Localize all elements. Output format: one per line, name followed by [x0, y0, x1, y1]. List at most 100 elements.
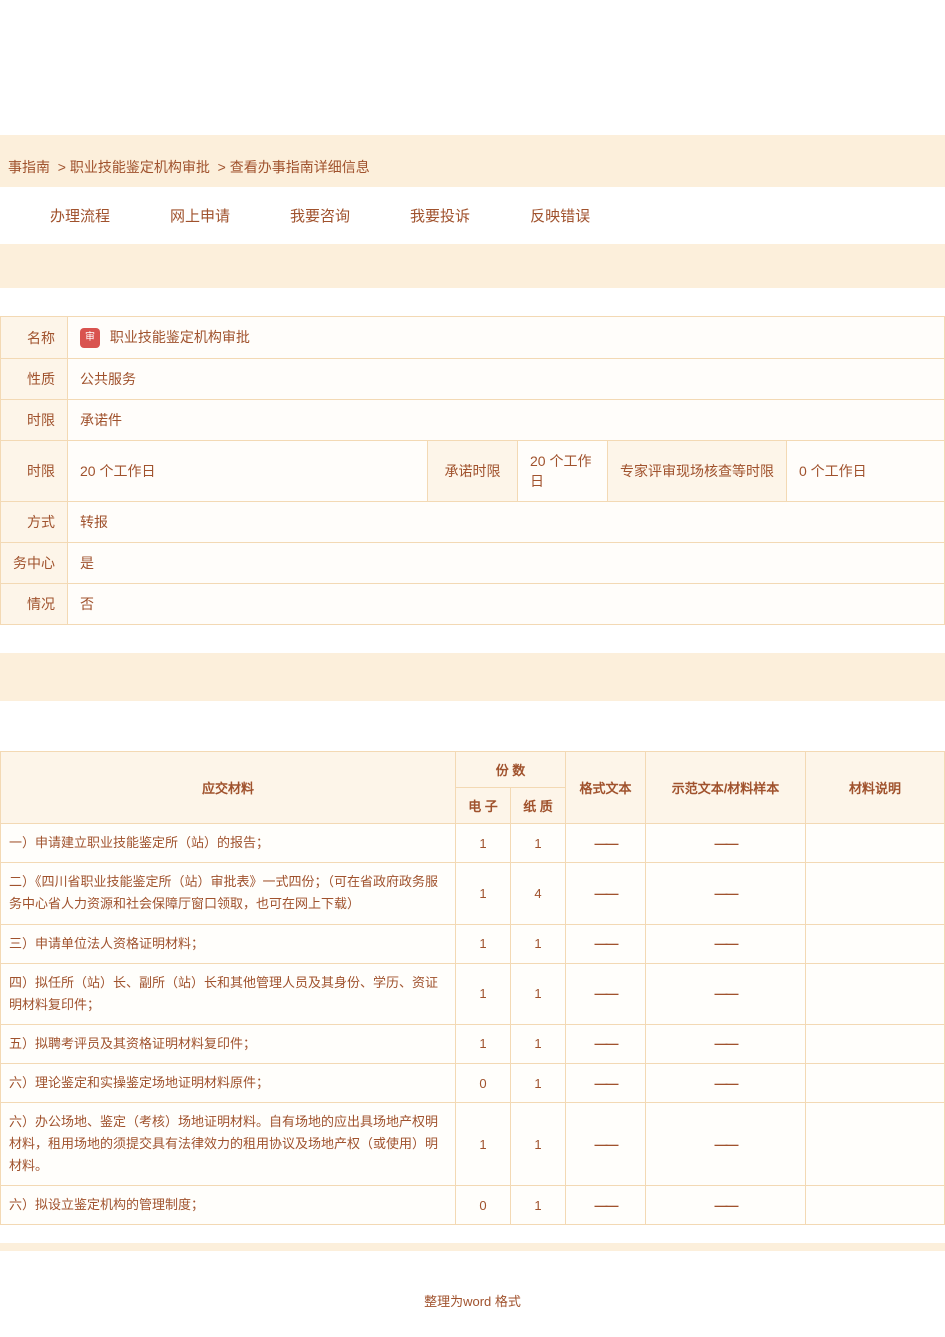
material-paper-count: 1 — [511, 1024, 566, 1063]
info-label-promise: 承诺时限 — [428, 441, 518, 502]
breadcrumb-current: 查看办事指南详细信息 — [230, 159, 370, 175]
materials-table: 应交材料 份 数 格式文本 示范文本/材料样本 材料说明 电 子 纸 质 一）申… — [0, 751, 945, 1225]
tab-consult[interactable]: 我要咨询 — [290, 205, 350, 226]
table-row: 六）理论鉴定和实操鉴定场地证明材料原件；01———— — [1, 1063, 945, 1102]
col-copies: 份 数 — [456, 752, 566, 788]
material-note — [806, 824, 945, 863]
info-value-promise: 20 个工作日 — [518, 441, 608, 502]
info-value-expert: 0 个工作日 — [787, 441, 945, 502]
material-desc: 一）申请建立职业技能鉴定所（站）的报告； — [1, 824, 456, 863]
section-band — [0, 653, 945, 701]
material-desc: 六）理论鉴定和实操鉴定场地证明材料原件； — [1, 1063, 456, 1102]
material-note — [806, 924, 945, 963]
material-elec-count: 1 — [456, 824, 511, 863]
table-row: 方式 转报 — [1, 502, 945, 543]
top-spacer — [0, 0, 945, 135]
table-header-row: 应交材料 份 数 格式文本 示范文本/材料样本 材料说明 — [1, 752, 945, 788]
material-paper-count: 1 — [511, 1103, 566, 1186]
white-gap — [0, 625, 945, 653]
tab-process[interactable]: 办理流程 — [50, 205, 110, 226]
col-format: 格式文本 — [566, 752, 646, 824]
info-name-text: 职业技能鉴定机构审批 — [110, 329, 250, 345]
col-paper: 纸 质 — [511, 788, 566, 824]
material-desc: 三）申请单位法人资格证明材料； — [1, 924, 456, 963]
material-elec-count: 1 — [456, 963, 511, 1024]
material-format: —— — [566, 1063, 646, 1102]
table-row: 时限 承诺件 — [1, 400, 945, 441]
table-row: 名称 审 职业技能鉴定机构审批 — [1, 317, 945, 359]
white-gap — [0, 701, 945, 751]
breadcrumb-part[interactable]: 事指南 — [8, 159, 50, 175]
material-note — [806, 1186, 945, 1225]
tab-bar: 办理流程 网上申请 我要咨询 我要投诉 反映错误 — [0, 187, 945, 244]
breadcrumb-sep: > — [58, 159, 66, 175]
info-label-center: 务中心 — [1, 543, 68, 584]
material-elec-count: 1 — [456, 1024, 511, 1063]
material-note — [806, 1103, 945, 1186]
material-sample: —— — [646, 1186, 806, 1225]
info-value-name: 审 职业技能鉴定机构审批 — [68, 317, 945, 359]
material-note — [806, 1063, 945, 1102]
material-format: —— — [566, 1186, 646, 1225]
info-label-limit2: 时限 — [1, 441, 68, 502]
table-row: 五）拟聘考评员及其资格证明材料复印件；11———— — [1, 1024, 945, 1063]
material-desc: 五）拟聘考评员及其资格证明材料复印件； — [1, 1024, 456, 1063]
material-elec-count: 0 — [456, 1063, 511, 1102]
col-sample: 示范文本/材料样本 — [646, 752, 806, 824]
white-gap — [0, 288, 945, 316]
material-elec-count: 1 — [456, 924, 511, 963]
material-paper-count: 1 — [511, 1186, 566, 1225]
material-format: —— — [566, 824, 646, 863]
material-sample: —— — [646, 1103, 806, 1186]
material-sample: —— — [646, 824, 806, 863]
info-label-status: 情况 — [1, 584, 68, 625]
material-paper-count: 1 — [511, 963, 566, 1024]
info-label-method: 方式 — [1, 502, 68, 543]
material-desc: 二）《四川省职业技能鉴定所（站）审批表》一式四份；（可在省政府政务服务中心省人力… — [1, 863, 456, 924]
material-paper-count: 1 — [511, 824, 566, 863]
material-format: —— — [566, 863, 646, 924]
info-label-expert: 专家评审现场核查等时限 — [608, 441, 787, 502]
breadcrumb: 事指南 > 职业技能鉴定机构审批 > 查看办事指南详细信息 — [0, 147, 945, 187]
divider-band — [0, 1243, 945, 1251]
material-desc: 六）办公场地、鉴定（考核）场地证明材料。自有场地的应出具场地产权明材料，租用场地… — [1, 1103, 456, 1186]
material-elec-count: 1 — [456, 1103, 511, 1186]
info-value-legal-limit: 20 个工作日 — [68, 441, 428, 502]
info-label-nature: 性质 — [1, 359, 68, 400]
tab-complaint[interactable]: 我要投诉 — [410, 205, 470, 226]
tab-online-apply[interactable]: 网上申请 — [170, 205, 230, 226]
table-row: 务中心 是 — [1, 543, 945, 584]
approval-badge-icon: 审 — [80, 328, 100, 348]
material-note — [806, 963, 945, 1024]
table-row: 一）申请建立职业技能鉴定所（站）的报告；11———— — [1, 824, 945, 863]
breadcrumb-part[interactable]: 职业技能鉴定机构审批 — [70, 159, 210, 175]
col-docs: 应交材料 — [1, 752, 456, 824]
white-gap — [0, 1225, 945, 1243]
table-row: 四）拟任所（站）长、副所（站）长和其他管理人员及其身份、学历、资证明材料复印件；… — [1, 963, 945, 1024]
material-desc: 六）拟设立鉴定机构的管理制度； — [1, 1186, 456, 1225]
material-format: —— — [566, 1024, 646, 1063]
material-sample: —— — [646, 1063, 806, 1102]
material-format: —— — [566, 924, 646, 963]
material-format: —— — [566, 963, 646, 1024]
info-table: 名称 审 职业技能鉴定机构审批 性质 公共服务 时限 承诺件 时限 20 个工作… — [0, 316, 945, 625]
material-sample: —— — [646, 963, 806, 1024]
breadcrumb-sep: > — [218, 159, 226, 175]
material-format: —— — [566, 1103, 646, 1186]
table-row: 六）办公场地、鉴定（考核）场地证明材料。自有场地的应出具场地产权明材料，租用场地… — [1, 1103, 945, 1186]
material-desc: 四）拟任所（站）长、副所（站）长和其他管理人员及其身份、学历、资证明材料复印件； — [1, 963, 456, 1024]
table-row: 六）拟设立鉴定机构的管理制度；01———— — [1, 1186, 945, 1225]
material-paper-count: 4 — [511, 863, 566, 924]
tab-report-error[interactable]: 反映错误 — [530, 205, 590, 226]
table-row: 性质 公共服务 — [1, 359, 945, 400]
section-band — [0, 244, 945, 288]
table-row: 三）申请单位法人资格证明材料；11———— — [1, 924, 945, 963]
material-sample: —— — [646, 863, 806, 924]
info-label-limit1: 时限 — [1, 400, 68, 441]
footer-note: 整理为word 格式 — [0, 1251, 945, 1330]
info-value-status: 否 — [68, 584, 945, 625]
table-row: 情况 否 — [1, 584, 945, 625]
info-value-limit1: 承诺件 — [68, 400, 945, 441]
material-elec-count: 1 — [456, 863, 511, 924]
info-value-center: 是 — [68, 543, 945, 584]
